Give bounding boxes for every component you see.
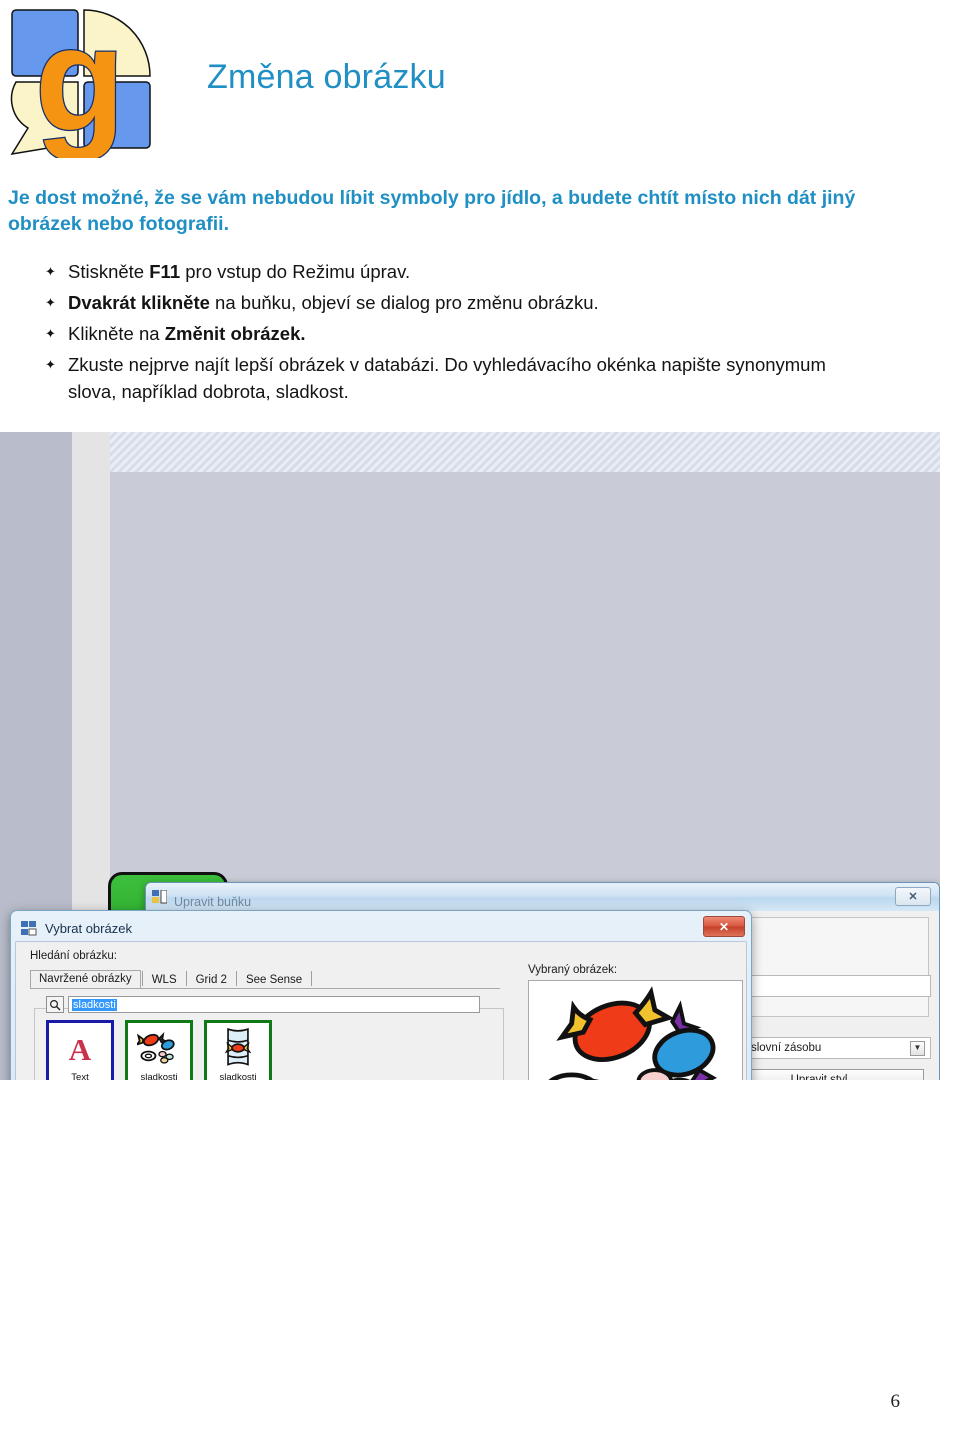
list-item-text: Zkuste nejprve najít lepší obrázek v dat… [68,354,826,402]
list-item-text: Stiskněte F11 pro vstup do Režimu úprav. [68,261,411,282]
thumbnail-caption: sladkosti [140,1072,178,1080]
list-item-text: Dvakrát klikněte na buňku, objeví se dia… [68,292,599,313]
list-item: ✦ Stiskněte F11 pro vstup do Režimu úprav… [42,258,872,285]
preview-label: Vybraný obrázek: [528,964,618,976]
list-item: ✦ Zkuste nejprve najít lepší obrázek v da… [42,351,872,405]
search-icon[interactable] [46,996,64,1013]
bullet-icon: ✦ [45,357,56,372]
tab-separator [185,971,187,986]
edit-cell-title: Upravit buňku [174,894,252,909]
tab-separator [311,971,313,986]
page-number: 6 [890,1391,901,1412]
instruction-list: ✦ Stiskněte F11 pro vstup do Režimu úprav… [42,258,872,409]
edit-cell-titlebar: Upravit buňku ✕ [146,883,939,911]
window-app-icon [152,890,167,904]
background-striped-titlebar [110,432,940,472]
select-image-body: Hledání obrázku: Navržené obrázky WLS Grid… [15,941,747,1080]
document-header: g Změna obrázku [0,0,960,170]
search-input[interactable]: sladkosti [68,996,480,1013]
list-item-text: Klikněte na Změnit obrázek. [68,323,306,344]
svg-text:A: A [69,1032,92,1065]
list-item: ✦ Klikněte na Změnit obrázek. [42,320,872,347]
select-image-title: Vybrat obrázek [45,920,132,936]
bullet-icon: ✦ [45,326,56,341]
page-title: Změna obrázku [207,58,446,96]
search-section-label: Hledání obrázku: [30,950,117,962]
tab-wls[interactable]: WLS [144,972,185,989]
select-image-app-icon [21,920,37,935]
thumbnail-results[interactable]: A Text sladkosti sladkosti [46,1020,272,1080]
svg-text:g: g [35,6,125,158]
candies-illustration [548,986,718,1080]
candy-bag-icon [207,1023,269,1072]
image-search-row[interactable]: sladkosti [46,996,480,1013]
chevron-down-icon[interactable]: ▼ [910,1040,925,1056]
search-input-value: sladkosti [72,998,117,1011]
select-image-titlebar: Vybrat obrázek ✕ [15,915,747,941]
select-image-close-button[interactable]: ✕ [703,916,745,937]
grid-logo: g [8,6,158,158]
tab-grid-2[interactable]: Grid 2 [188,972,235,989]
tab-see-sense[interactable]: See Sense [238,972,310,989]
close-icon: ✕ [908,891,918,903]
select-image-dialog[interactable]: Vybrat obrázek ✕ Hledání obrázku: Navrže… [10,910,752,1080]
list-item: ✦ Dvakrát klikněte na buňku, objeví se di… [42,289,872,316]
thumbnail-caption: sladkosti [219,1072,257,1080]
intro-paragraph: Je dost možné, že se vám nebudou líbit s… [8,187,856,236]
tab-separator [141,971,143,986]
letter-a-icon: A [49,1023,111,1072]
search-source-tabs[interactable]: Navržené obrázky WLS Grid 2 See Sense [30,968,313,989]
thumbnail-candies[interactable]: sladkosti [125,1020,193,1080]
tab-underline [30,988,500,989]
tab-navr-en-obr-zky[interactable]: Navržené obrázky [30,970,141,989]
candies-icon [128,1023,190,1072]
thumbnail-caption: Text [71,1072,89,1080]
screenshot-region: Upravit buňku ✕ is: dkosti : řka pro slo… [0,432,940,1080]
edit-cell-close-button[interactable]: ✕ [895,887,931,906]
selected-image-preview [528,980,743,1080]
bullet-icon: ✦ [45,295,56,310]
tab-separator [235,971,237,986]
close-icon: ✕ [718,919,730,934]
thumbnail-candy-bag[interactable]: sladkosti [204,1020,272,1080]
thumbnail-text[interactable]: A Text [46,1020,114,1080]
bullet-icon: ✦ [45,264,56,279]
